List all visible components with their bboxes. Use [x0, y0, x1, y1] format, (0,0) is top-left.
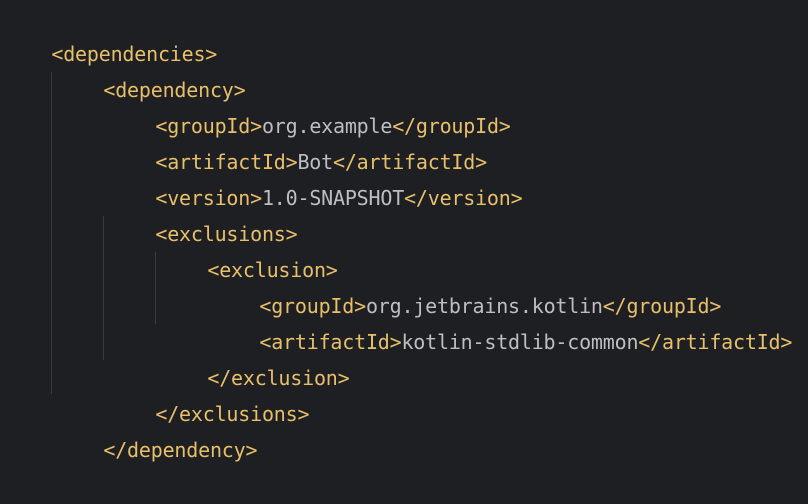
code-editor[interactable]: <dependencies> <dependency> <groupId>org…: [0, 0, 808, 462]
code-line[interactable]: <exclusion>: [160, 216, 337, 282]
xml-text-value: kotlin-stdlib-common: [401, 330, 639, 354]
code-line[interactable]: <groupId>org.example</groupId>: [108, 72, 510, 138]
code-line[interactable]: </exclusion>: [160, 324, 349, 390]
code-line[interactable]: <exclusions>: [108, 180, 297, 246]
code-line[interactable]: <groupId>org.jetbrains.kotlin</groupId>: [212, 252, 721, 318]
xml-tag: </artifactId>: [638, 330, 793, 354]
xml-tag: </version>: [404, 186, 523, 210]
xml-tag: </dependency>: [103, 438, 258, 462]
indent-guide: [103, 216, 104, 360]
indent-guide: [155, 252, 156, 324]
code-line[interactable]: </dependency>: [56, 396, 257, 462]
code-line[interactable]: <dependencies>: [4, 0, 217, 66]
code-line[interactable]: <version>1.0-SNAPSHOT</version>: [108, 144, 522, 210]
indent-guide: [51, 72, 52, 394]
code-line[interactable]: <artifactId>Bot</artifactId>: [108, 108, 487, 174]
code-line[interactable]: <artifactId>kotlin-stdlib-common</artifa…: [212, 288, 792, 354]
code-line[interactable]: <dependency>: [56, 36, 245, 102]
code-line[interactable]: </exclusions>: [108, 360, 309, 426]
